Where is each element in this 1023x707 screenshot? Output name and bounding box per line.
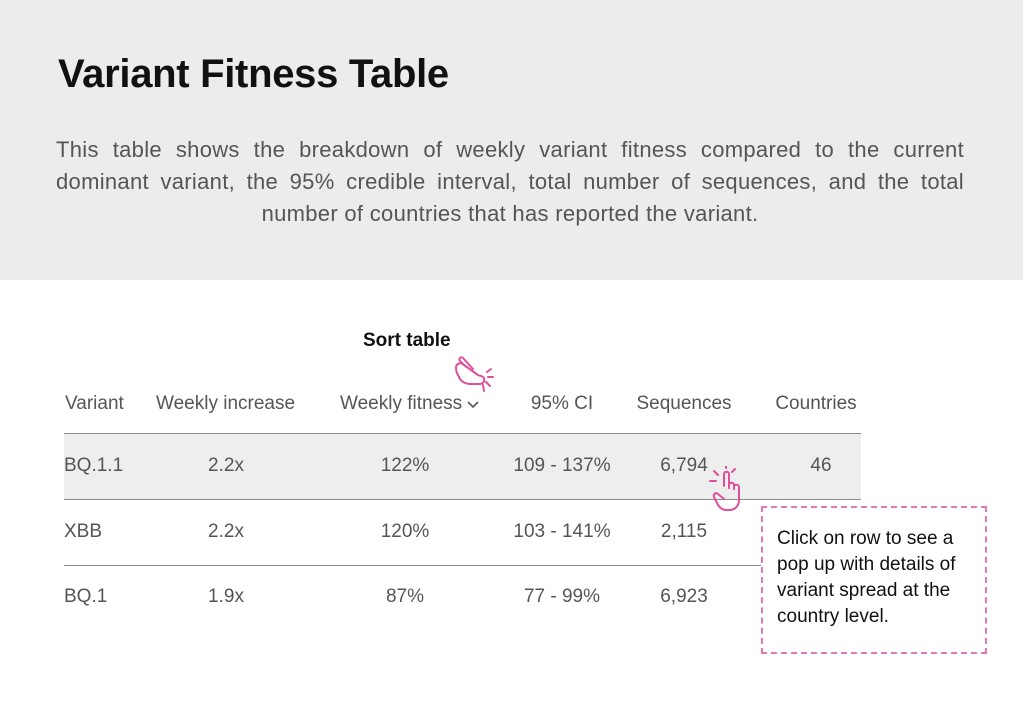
callout-box: Click on row to see a pop up with detail… [761,506,987,654]
header-band: Variant Fitness Table This table shows t… [0,0,1023,280]
page: Variant Fitness Table This table shows t… [0,0,1023,707]
cell-sequences: 2,115 [660,521,708,542]
column-header-weekly-increase[interactable]: Weekly increase [156,393,295,415]
page-title: Variant Fitness Table [58,52,449,96]
column-header-variant[interactable]: Variant [65,393,124,415]
cell-weekly-increase: 1.9x [208,586,244,607]
table-header: Variant Weekly increase Weekly fitness 9… [64,385,861,434]
column-header-countries[interactable]: Countries [775,393,856,415]
column-header-ci[interactable]: 95% CI [531,393,593,415]
cell-weekly-increase: 2.2x [208,455,244,476]
cell-ci: 103 - 141% [513,521,611,542]
cell-sequences: 6,923 [660,586,708,607]
pointing-hand-icon [709,466,740,511]
cell-ci: 109 - 137% [513,455,611,476]
cell-variant: BQ.1.1 [64,455,124,476]
column-header-sequences[interactable]: Sequences [636,393,731,415]
sort-table-label: Sort table [363,330,451,351]
cell-ci: 77 - 99% [523,586,601,607]
cell-weekly-fitness: 87% [385,586,425,607]
cell-sequences: 6,794 [660,455,708,476]
cell-weekly-fitness: 120% [380,521,430,542]
cell-weekly-increase: 2.2x [208,521,244,542]
column-header-weekly-fitness-label: Weekly fitness [340,393,463,414]
column-header-weekly-fitness[interactable]: Weekly fitness [340,393,480,415]
table-row[interactable]: BQ.1 1.9x 87% 77 - 99% 6,923 [64,565,861,630]
cell-variant: BQ.1 [64,586,108,607]
cell-variant: XBB [64,521,103,542]
page-description: This table shows the breakdown of weekly… [56,137,964,226]
callout-text: Click on row to see a pop up with detail… [777,528,956,627]
cell-weekly-fitness: 122% [380,455,430,476]
cell-countries: 46 [810,455,832,476]
chevron-down-icon[interactable] [466,399,480,409]
